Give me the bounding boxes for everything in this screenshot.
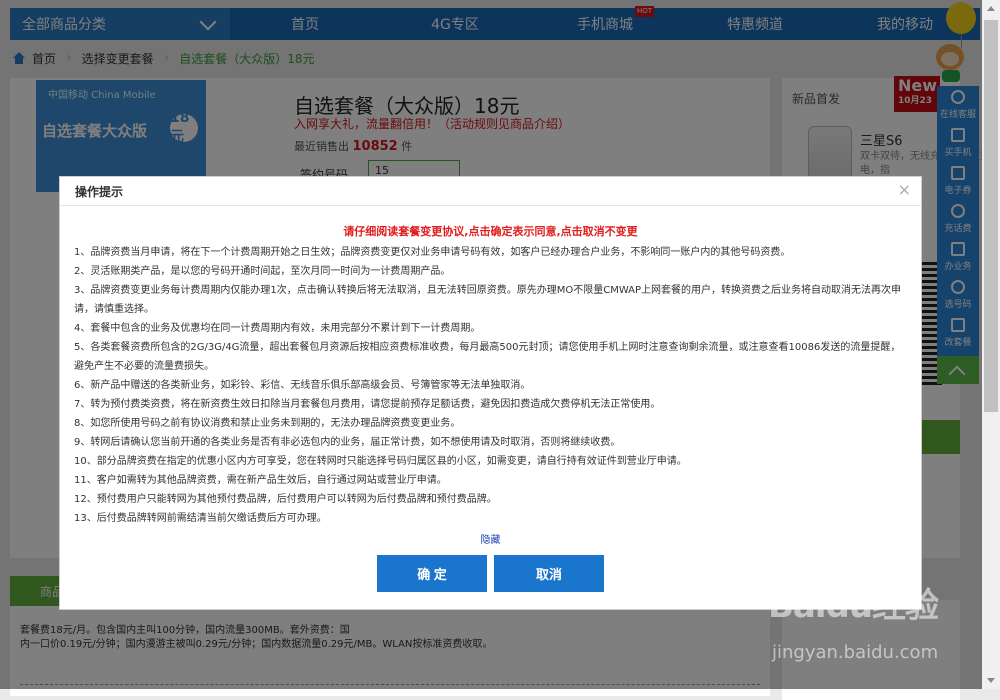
dialog-notice: 请仔细阅读套餐变更协议,点击确定表示同意,点击取消不变更 — [343, 225, 638, 238]
watermark-logo: Baidu经验 — [768, 586, 939, 626]
scroll-thumb[interactable] — [984, 20, 998, 412]
list-item: 2、灵活账期类产品，是以您的号码开通时间起，至次月同一时间为一计费周期产品。 — [74, 266, 451, 277]
confirm-button[interactable]: 确 定 — [377, 555, 487, 592]
list-item: 9、转网后请确认您当前开通的各类业务是否有非必选包内的业务，届正常计费，如不想使… — [74, 437, 621, 448]
watermark-url: jingyan.baidu.com — [772, 642, 939, 663]
list-item: 7、转为预付费类资费，将在新资费生效日扣除当月套餐包月费用，请您提前预存足额话费… — [74, 399, 661, 410]
list-item: 12、预付费用户只能转网为其他预付费品牌，后付费用户可以转网为后付费品牌和预付费… — [74, 494, 497, 505]
list-item: 4、套餐中包含的业务及优惠均在同一计费周期内有效，未用完部分不累计到下一计费周期… — [74, 323, 481, 334]
list-item: 13、后付费品牌转网前需结清当前欠缴话费后方可办理。 — [74, 513, 327, 524]
list-item: 5、各类套餐资费所包含的2G/3G/4G流量，超出套餐包月资源后按相应资费标准收… — [74, 342, 901, 372]
list-item: 10、部分品牌资费在指定的优惠小区内方可享受，您在转网时只能选择号码归属区县的小… — [74, 456, 687, 467]
confirm-dialog: 操作提示 × 请仔细阅读套餐变更协议,点击确定表示同意,点击取消不变更 1、品牌… — [59, 176, 922, 610]
baidu-watermark: Baidu经验 jingyan.baidu.com — [768, 578, 948, 678]
list-item: 8、如您所使用号码之前有协议消费和禁止业务未到期的，无法办理品牌资费变更业务。 — [74, 418, 461, 429]
dialog-title: 操作提示 — [75, 185, 124, 199]
dialog-header: 操作提示 × — [60, 177, 921, 206]
close-icon[interactable]: × — [898, 180, 911, 199]
list-item: 1、品牌资费当月申请，将在下一个计费周期开始之日生效；品牌资费变更仅对业务申请号… — [74, 247, 791, 258]
scrollbar[interactable] — [982, 0, 1000, 689]
hide-link[interactable]: 隐藏 — [60, 531, 921, 546]
cancel-button[interactable]: 取消 — [494, 555, 604, 592]
list-item: 6、新产品中赠送的各类新业务，如彩铃、彩信、无线音乐俱乐部高级会员、号簿管家等无… — [74, 380, 531, 391]
scroll-up-arrow[interactable] — [982, 0, 1000, 16]
terms-list: 1、品牌资费当月申请，将在下一个计费周期开始之日生效；品牌资费变更仅对业务申请号… — [74, 243, 904, 528]
scroll-down-arrow[interactable] — [982, 673, 1000, 689]
list-item: 3、品牌资费变更业务每计费周期内仅能办理1次，点击确认转换后将无法取消，且无法转… — [74, 285, 902, 315]
list-item: 11、客户如需转为其他品牌资费，需在新产品生效后，自行通过网站或营业厅申请。 — [74, 475, 447, 486]
